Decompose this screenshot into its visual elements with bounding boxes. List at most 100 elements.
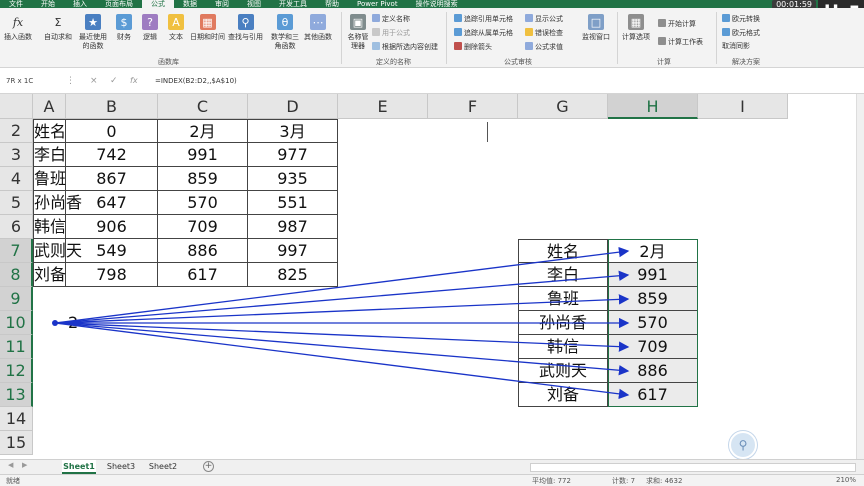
enter-icon[interactable]: ✓: [110, 74, 118, 88]
magnifier-icon[interactable]: ⚲: [729, 431, 757, 459]
trace-precedents-button[interactable]: 追踪引用单元格: [454, 14, 513, 24]
show-formulas-icon: [525, 14, 533, 22]
define-name-button[interactable]: 定义名称: [372, 14, 410, 24]
error-checking-button[interactable]: 错误检查: [525, 28, 563, 38]
fx-icon: fx: [12, 15, 24, 29]
euro-icon: [722, 14, 730, 22]
dependent-arrow: [54, 322, 630, 376]
glasses-icon: □: [588, 14, 604, 30]
insert-function-button[interactable]: fx 插入函数: [4, 14, 32, 42]
dependent-arrow: [54, 322, 630, 400]
more-functions-icon: ⋯: [310, 14, 326, 30]
question-icon: ?: [142, 14, 158, 30]
trace-dependents-icon: [454, 28, 462, 36]
trace-dependents-button[interactable]: 追踪从属单元格: [454, 28, 513, 38]
cancel-shadow-button[interactable]: 取消同影: [722, 42, 750, 51]
lookup-button[interactable]: ⚲ 查找与引用: [228, 14, 263, 42]
text-a-icon: A: [168, 14, 184, 30]
evaluate-formula-button[interactable]: 公式求值: [525, 42, 563, 52]
math-button[interactable]: θ 数学和三角函数: [270, 14, 300, 51]
ribbon-tab-bar: 文件 开始 插入 页面布局 公式 数据 审阅 视图 开发工具 帮助 Power …: [0, 0, 864, 8]
name-box[interactable]: 7R x 1C: [3, 74, 65, 88]
tab-power-pivot[interactable]: Power Pivot: [348, 0, 407, 8]
lookup-icon: ⚲: [237, 14, 254, 30]
use-in-formula-button[interactable]: 用于公式: [372, 28, 410, 38]
group-formula-auditing: 公式审核: [504, 58, 532, 66]
watch-window-button[interactable]: □ 监视窗口: [582, 14, 610, 42]
dependent-arrow: [54, 246, 630, 324]
euro-conversion-button[interactable]: 欧元转换: [722, 14, 760, 24]
show-formulas-button[interactable]: 显示公式: [525, 14, 563, 24]
datetime-button[interactable]: ▦ 日期和时间: [190, 14, 225, 42]
error-check-icon: [525, 28, 533, 36]
other-functions-button[interactable]: ⋯ 其他函数: [304, 14, 332, 42]
status-bar: 就绪 平均值: 772 计数: 7 求和: 4632 210%: [0, 474, 864, 486]
text-button[interactable]: A 文本: [168, 14, 184, 42]
tab-review[interactable]: 审阅: [206, 0, 238, 8]
horizontal-scrollbar[interactable]: [530, 463, 856, 472]
worksheet-grid[interactable]: A B C D E F G H I 2 3 4 5 6 7 8 9 10 11 12 13 14 15 姓名 0 2月 3月 李白 74…: [0, 94, 864, 459]
ribbon-divider: [446, 12, 447, 64]
tab-page-layout[interactable]: 页面布局: [96, 0, 142, 8]
zoom-level[interactable]: 210%: [836, 476, 856, 484]
sigma-icon: Σ: [54, 15, 62, 29]
star-icon: ★: [85, 14, 101, 30]
calculator-icon: ▦: [628, 14, 644, 30]
create-selection-icon: [372, 42, 380, 50]
tab-formulas[interactable]: 公式: [142, 0, 174, 8]
tab-help[interactable]: 帮助: [316, 0, 348, 8]
vertical-scrollbar[interactable]: [856, 94, 864, 459]
dependent-arrow: [54, 270, 630, 324]
cancel-icon[interactable]: ×: [90, 74, 98, 88]
recent-functions-button[interactable]: ★ 最近使用的函数: [76, 14, 110, 51]
remove-arrows-icon: [454, 42, 462, 50]
formula-bar: 7R x 1C ⋮ × ✓ fx =INDEX(B2:D2,,$A$10): [0, 68, 864, 94]
add-sheet-icon[interactable]: +: [203, 461, 214, 472]
status-sum: 求和: 4632: [646, 477, 683, 485]
remove-arrows-button[interactable]: 删除箭头: [454, 42, 492, 52]
finance-button[interactable]: $ 财务: [116, 14, 132, 42]
status-mode: 就绪: [6, 477, 20, 485]
calculate-now-button[interactable]: 开始计算: [658, 19, 696, 29]
logical-button[interactable]: ? 逻辑: [142, 14, 158, 42]
tab-home[interactable]: 开始: [32, 0, 64, 8]
calc-now-icon: [658, 19, 666, 27]
fx-icon[interactable]: fx: [130, 74, 138, 88]
use-in-formula-icon: [372, 28, 380, 36]
euro-format-button[interactable]: 欧元格式: [722, 28, 760, 38]
tab-view[interactable]: 视图: [238, 0, 270, 8]
theta-icon: θ: [277, 14, 293, 30]
sheet-tab-sheet3[interactable]: Sheet3: [104, 460, 138, 474]
group-calculation: 计算: [657, 58, 671, 66]
formula-input[interactable]: =INDEX(B2:D2,,$A$10): [155, 74, 237, 88]
name-manager-button[interactable]: ▣ 名称管理器: [346, 14, 370, 51]
ribbon-divider: [617, 12, 618, 64]
create-from-selection-button[interactable]: 根据所选内容创建: [372, 42, 438, 52]
group-function-library: 函数库: [158, 58, 179, 66]
trace-precedents-icon: [454, 14, 462, 22]
calculation-options-button[interactable]: ▦ 计算选项: [622, 14, 650, 42]
group-defined-names: 定义的名称: [376, 58, 411, 66]
tab-data[interactable]: 数据: [174, 0, 206, 8]
ribbon-divider: [716, 12, 717, 64]
sheet-tab-sheet1[interactable]: Sheet1: [62, 460, 96, 474]
tell-me-search[interactable]: 操作说明搜索: [407, 0, 467, 8]
sheet-tab-bar: ◀ ▶ Sheet1 Sheet3 Sheet2 +: [0, 459, 864, 474]
dependent-arrow: [54, 294, 630, 324]
group-solutions: 解决方案: [732, 58, 760, 66]
calculate-sheet-button[interactable]: 计算工作表: [658, 37, 703, 47]
tab-file[interactable]: 文件: [0, 0, 32, 8]
sheet-prev-icon[interactable]: ◀: [8, 461, 13, 469]
sheet-next-icon[interactable]: ▶: [22, 461, 27, 469]
tag-icon: ▣: [350, 14, 366, 30]
dependency-arrows: [52, 246, 630, 400]
ribbon: fx 插入函数 Σ 自动求和 ★ 最近使用的函数 $ 财务 ? 逻辑 A 文本 …: [0, 8, 864, 68]
dependent-arrow: [54, 322, 630, 352]
sheet-tab-sheet2[interactable]: Sheet2: [146, 460, 180, 474]
tab-insert[interactable]: 插入: [64, 0, 96, 8]
text-cursor: [487, 122, 488, 142]
autosum-button[interactable]: Σ 自动求和: [44, 14, 72, 42]
tab-developer[interactable]: 开发工具: [270, 0, 316, 8]
status-average: 平均值: 772: [532, 477, 571, 485]
chevron-down-icon[interactable]: ⋮: [66, 74, 75, 88]
